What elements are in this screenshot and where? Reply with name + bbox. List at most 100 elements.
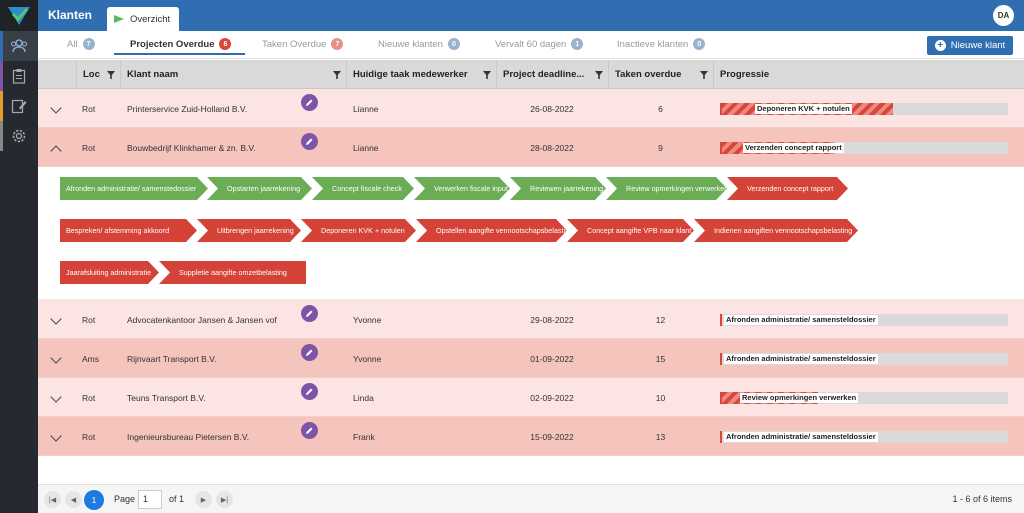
nav-tasks[interactable] [0, 61, 38, 91]
page-input[interactable]: 1 [138, 490, 162, 509]
task-step[interactable]: Concept aangifte VPB naar klant [567, 219, 694, 242]
filter-icon[interactable] [483, 71, 491, 79]
current-page-button[interactable]: 1 [84, 490, 104, 510]
filter-icon[interactable] [700, 71, 708, 79]
header-klant-naam[interactable]: Klant naam [120, 60, 346, 89]
filter-icon[interactable] [595, 71, 603, 79]
progress-label: Afronden administratie/ samensteldossier [724, 432, 878, 442]
task-step[interactable]: Verwerken fiscale input [414, 177, 510, 200]
progress-fill [720, 431, 722, 443]
clients-grid: Loc Klant naam Huidige taak medewerker P… [38, 60, 1024, 456]
page-label: Page [114, 494, 136, 504]
edit-button[interactable] [301, 422, 318, 439]
header-label: Project deadline... [503, 69, 585, 80]
filter-tab-vervalt-60-dagen[interactable]: Vervalt 60 dagen 1 [495, 38, 584, 50]
task-step[interactable]: Uitbrengen jaarrekening [197, 219, 301, 242]
cell-klant-naam: Ingenieursbureau Pietersen B.V. [127, 431, 250, 442]
pencil-icon [306, 349, 313, 356]
edit-button[interactable] [301, 94, 318, 111]
chevron-down-icon[interactable] [50, 352, 62, 364]
nav-settings[interactable] [0, 121, 38, 151]
cell-deadline: 02-09-2022 [530, 392, 574, 403]
table-row[interactable]: Rot Advocatenkantoor Jansen & Jansen vof… [38, 300, 1024, 339]
header-label: Klant naam [127, 69, 179, 80]
progress-label: Deponeren KVK + notulen [755, 104, 852, 114]
side-rail [0, 0, 38, 513]
progress-fill [720, 353, 722, 365]
filter-tab-label: All [67, 38, 78, 50]
tab-overzicht[interactable]: Overzicht [107, 7, 179, 31]
cell-taken-overdue: 15 [655, 353, 666, 364]
header-taken-overdue[interactable]: Taken overdue [608, 60, 713, 89]
task-step[interactable]: Deponeren KVK + notulen [301, 219, 416, 242]
task-step[interactable]: Review opmerkingen verwerken [606, 177, 727, 200]
edit-button[interactable] [301, 383, 318, 400]
next-page-button[interactable]: ▶ [195, 491, 212, 508]
task-step[interactable]: Verzenden concept rapport [727, 177, 848, 200]
filter-tab-all[interactable]: All 7 [67, 38, 95, 50]
new-client-label: Nieuwe klant [950, 40, 1006, 51]
cell-loc: Rot [82, 431, 96, 442]
cell-loc: Rot [82, 314, 96, 325]
task-step[interactable]: Opstarten jaarrekening [207, 177, 312, 200]
cell-loc: Rot [82, 142, 96, 153]
nav-notes[interactable] [0, 91, 38, 121]
plus-icon: + [934, 40, 946, 51]
task-step[interactable]: Reviewen jaarrekening [510, 177, 606, 200]
cell-taken-overdue: 10 [655, 392, 666, 403]
cell-medewerker: Lianne [353, 103, 379, 114]
chevron-up-icon[interactable] [50, 145, 62, 157]
task-step[interactable]: Suppletie aangifte omzetbelasting [159, 261, 306, 284]
chevron-down-icon[interactable] [50, 391, 62, 403]
app-logo[interactable] [0, 0, 38, 31]
table-row[interactable]: Ams Rijnvaart Transport B.V. Yvonne 01-0… [38, 339, 1024, 378]
cell-klant-naam: Rijnvaart Transport B.V. [127, 353, 217, 364]
cell-medewerker: Yvonne [353, 353, 382, 364]
chevron-down-icon[interactable] [50, 313, 62, 325]
new-client-button[interactable]: + Nieuwe klant [927, 36, 1013, 55]
task-step[interactable]: Indienen aangiften vennootschapsbelastin… [694, 219, 858, 242]
count-badge: 1 [571, 38, 584, 50]
filter-tab-nieuwe-klanten[interactable]: Nieuwe klanten 0 [378, 38, 460, 50]
first-page-button[interactable]: |◀ [44, 491, 61, 508]
user-avatar[interactable]: DA [993, 5, 1014, 26]
header-label: Loc [83, 69, 100, 80]
task-step[interactable]: Jaarafsluiting administratie [60, 261, 159, 284]
chevron-down-icon[interactable] [50, 430, 62, 442]
table-row[interactable]: Rot Printerservice Zuid-Holland B.V. Lia… [38, 89, 1024, 128]
nav-clients[interactable] [0, 31, 38, 61]
task-step[interactable]: Concept fiscale check [312, 177, 414, 200]
header-medewerker[interactable]: Huidige taak medewerker [346, 60, 496, 89]
task-step[interactable]: Opstellen aangifte vennootschapsbelastin… [416, 219, 567, 242]
edit-button[interactable] [301, 133, 318, 150]
progress-label: Review opmerkingen verwerken [740, 393, 859, 403]
filter-tab-taken-overdue[interactable]: Taken Overdue 7 [262, 38, 344, 50]
edit-button[interactable] [301, 305, 318, 322]
count-badge: 6 [219, 38, 232, 50]
cell-medewerker: Lianne [353, 142, 379, 153]
prev-page-button[interactable]: ◀ [65, 491, 82, 508]
header-deadline[interactable]: Project deadline... [496, 60, 608, 89]
last-page-button[interactable]: ▶| [216, 491, 233, 508]
task-step[interactable]: Afronden administratie/ samenstedossier [60, 177, 208, 200]
pencil-icon [306, 427, 313, 434]
filter-icon[interactable] [333, 71, 341, 79]
cell-loc: Rot [82, 392, 96, 403]
edit-button[interactable] [301, 344, 318, 361]
task-step[interactable]: Bespreken/ afstemming akkoord [60, 219, 197, 242]
header-loc[interactable]: Loc [76, 60, 120, 89]
chevron-down-icon[interactable] [50, 102, 62, 114]
cell-medewerker: Yvonne [353, 314, 382, 325]
cell-klant-naam: Printerservice Zuid-Holland B.V. [127, 103, 248, 114]
progress-bar: Afronden administratie/ samensteldossier [720, 431, 1008, 443]
filter-icon[interactable] [107, 71, 115, 79]
table-row[interactable]: Rot Bouwbedrijf Klinkhamer & zn. B.V. Li… [38, 128, 1024, 167]
filter-tab-projecten-overdue[interactable]: Projecten Overdue 6 [130, 38, 232, 50]
edit-note-icon [11, 99, 27, 114]
table-row[interactable]: Rot Teuns Transport B.V. Linda 02-09-202… [38, 378, 1024, 417]
table-row[interactable]: Rot Ingenieursbureau Pietersen B.V. Fran… [38, 417, 1024, 456]
progress-bar: Afronden administratie/ samensteldossier [720, 353, 1008, 365]
count-badge: 7 [331, 38, 344, 50]
header-expand [38, 60, 76, 89]
filter-tab-inactieve-klanten[interactable]: Inactieve klanten 0 [617, 38, 706, 50]
